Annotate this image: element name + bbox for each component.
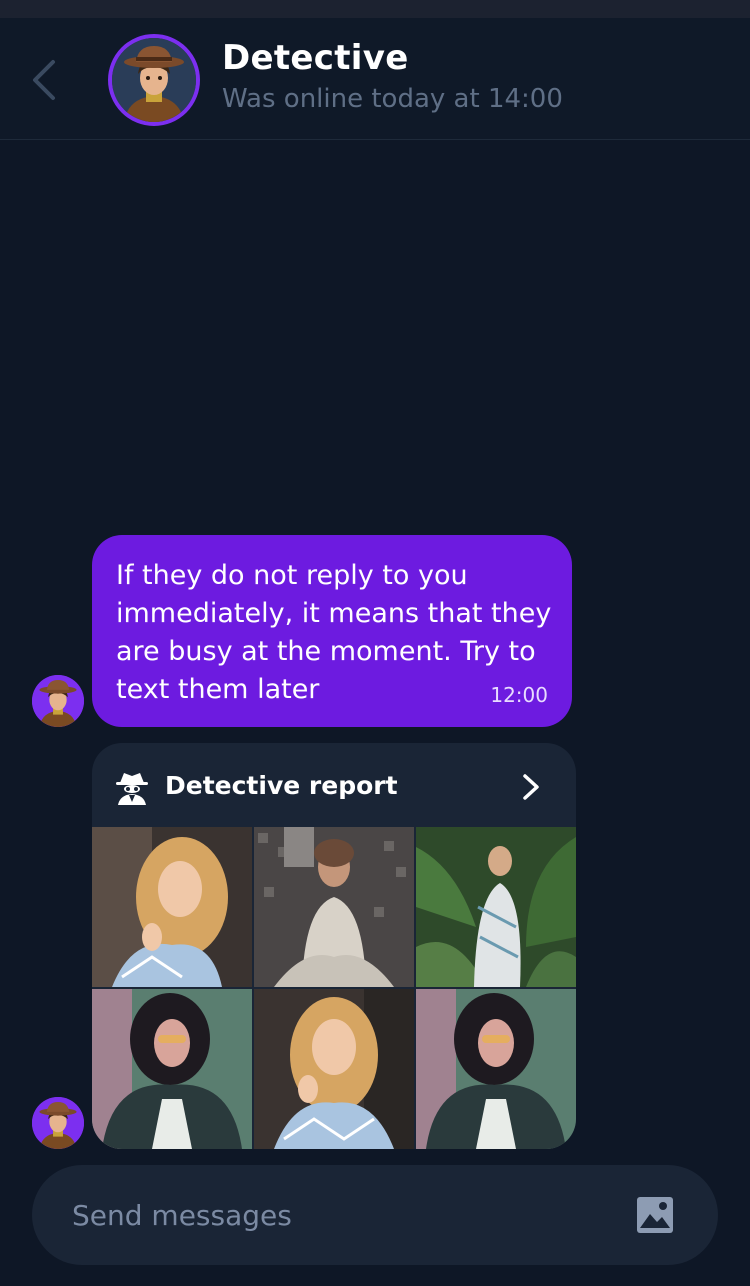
woman-denim-jacket-photo [92, 989, 252, 1149]
report-photo[interactable] [416, 827, 576, 987]
blonde-woman-photo [92, 827, 252, 987]
detective-avatar-icon [112, 38, 196, 122]
detective-avatar-icon [32, 1097, 84, 1149]
report-photo[interactable] [92, 989, 252, 1149]
message-sender-avatar [32, 675, 84, 727]
contact-last-seen: Was online today at 14:00 [222, 84, 563, 114]
report-photo[interactable] [254, 989, 414, 1149]
report-photo[interactable] [416, 989, 576, 1149]
contact-name: Detective [222, 38, 409, 78]
contact-avatar[interactable] [108, 34, 200, 126]
message-time: 12:00 [490, 683, 548, 707]
report-header[interactable]: Detective report [92, 743, 576, 827]
message-composer [32, 1165, 718, 1265]
detective-report-card[interactable]: Detective report [92, 743, 576, 1149]
report-photo-grid [92, 827, 576, 1149]
chevron-right-icon[interactable] [520, 773, 542, 801]
woman-palm-leaves-photo [416, 827, 576, 987]
woman-sequin-dress-photo [254, 827, 414, 987]
blonde-woman-photo [254, 989, 414, 1149]
message-input[interactable] [72, 1187, 612, 1243]
image-icon[interactable] [636, 1196, 674, 1234]
chevron-left-icon [33, 60, 55, 100]
message-bubble[interactable]: If they do not reply to you immediately,… [92, 535, 572, 727]
woman-denim-jacket-photo [416, 989, 576, 1149]
spy-icon [116, 773, 148, 805]
status-bar [0, 0, 750, 18]
chat-header: Detective Was online today at 14:00 [0, 18, 750, 140]
message-sender-avatar [32, 1097, 84, 1149]
report-photo[interactable] [254, 827, 414, 987]
back-button[interactable] [24, 56, 64, 104]
detective-avatar-icon [32, 675, 84, 727]
report-photo[interactable] [92, 827, 252, 987]
report-title: Detective report [165, 771, 398, 800]
